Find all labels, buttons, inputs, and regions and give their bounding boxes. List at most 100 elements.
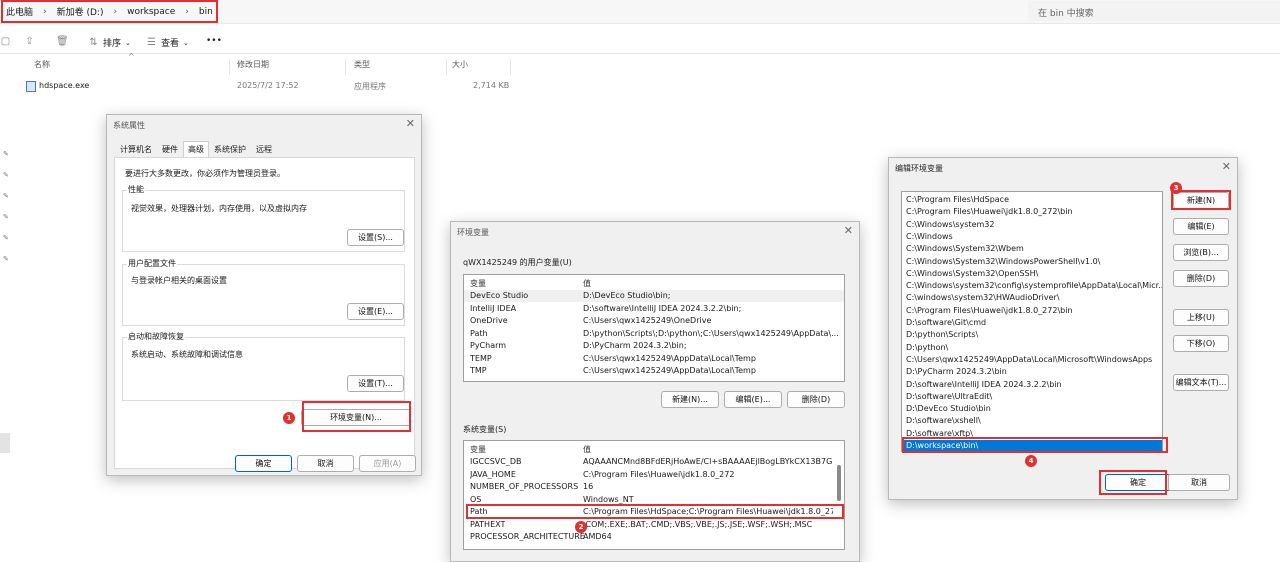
list-header: 变量 值 xyxy=(464,443,844,455)
close-icon[interactable]: ✕ xyxy=(406,117,415,130)
user-profiles-settings-button[interactable]: 设置(E)... xyxy=(347,303,404,320)
path-entry[interactable]: C:\Windows\System32\WindowsPowerShell\v1… xyxy=(903,256,1162,268)
table-row[interactable]: OS Windows_NT xyxy=(464,494,844,506)
column-name[interactable]: 名称 xyxy=(30,59,230,75)
table-row[interactable]: IntelliJ IDEA D:\software\IntelliJ IDEA 2… xyxy=(464,303,844,315)
delete-icon[interactable]: 🗑 xyxy=(56,36,69,47)
file-row[interactable]: hdspace.exe 2025/7/2 17:52 应用程序 2,714 KB xyxy=(26,79,516,95)
breadcrumb[interactable]: 此电脑 › 新加卷 (D:) › workspace › bin xyxy=(1,0,218,23)
view-button[interactable]: ☰ 查看 ⌄ xyxy=(146,36,189,49)
table-row[interactable]: DevEco Studio D:\DevEco Studio\bin; xyxy=(464,290,844,302)
table-row[interactable]: TMP C:\Users\qwx1425249\AppData\Local\Tem… xyxy=(464,365,844,377)
scrollbar-thumb[interactable] xyxy=(837,465,841,501)
table-row[interactable]: NUMBER_OF_PROCESSORS 16 xyxy=(464,481,844,493)
path-entry[interactable]: C:\Program Files\HdSpace xyxy=(903,194,1162,206)
pin-icon[interactable]: ✎ xyxy=(3,171,9,179)
path-entry[interactable]: D:\DevEco Studio\bin xyxy=(903,403,1162,415)
path-entry[interactable]: D:\software\xftp\ xyxy=(903,428,1162,440)
pin-icon[interactable]: ✎ xyxy=(3,150,9,158)
table-row[interactable]: JAVA_HOME C:\Program Files\Huawei\jdk1.8.… xyxy=(464,469,844,481)
path-entry[interactable]: C:\Program Files\Huawei\jdk1.8.0_272\bin xyxy=(903,305,1162,317)
more-options-button[interactable]: ••• xyxy=(206,36,222,46)
breadcrumb-bin[interactable]: bin xyxy=(199,7,213,17)
column-date[interactable]: 修改日期 xyxy=(233,59,346,75)
close-icon[interactable]: ✕ xyxy=(1222,160,1231,173)
edit-text-button[interactable]: 编辑文本(T)... xyxy=(1173,374,1229,391)
path-entry[interactable]: C:\Windows\system32\config\systemprofile… xyxy=(903,280,1162,292)
path-entry[interactable]: C:\Windows\system32 xyxy=(903,219,1162,231)
path-entry[interactable]: D:\python\Scripts\ xyxy=(903,329,1162,341)
table-row[interactable]: PROCESSOR_ARCHITECTURE AMD64 xyxy=(464,531,844,543)
path-entry[interactable]: C:\Windows\System32\Wbem xyxy=(903,243,1162,255)
path-entry[interactable]: C:\Windows xyxy=(903,231,1162,243)
path-entry[interactable]: D:\PyCharm 2024.3.2\bin xyxy=(903,366,1162,378)
user-delete-button[interactable]: 删除(D) xyxy=(787,391,845,408)
path-entry[interactable]: C:\Windows\System32\OpenSSH\ xyxy=(903,268,1162,280)
move-down-button[interactable]: 下移(O) xyxy=(1173,335,1229,352)
apply-button[interactable]: 应用(A) xyxy=(359,455,416,472)
share-icon[interactable]: ⇪ xyxy=(24,36,35,47)
sort-icon: ⇅ xyxy=(89,37,98,48)
command-bar: ▢ ⇪ 🗑 ⇅ 排序 ⌄ ☰ 查看 ⌄ ••• xyxy=(0,30,1280,54)
sort-button[interactable]: ⇅ 排序 ⌄ xyxy=(88,36,131,49)
table-row[interactable]: PyCharm D:\PyCharm 2024.3.2\bin; xyxy=(464,340,844,352)
column-size[interactable]: 大小 xyxy=(448,59,511,75)
tab-system-protection[interactable]: 系统保护 xyxy=(209,141,251,158)
search-input[interactable]: 在 bin 中搜索 xyxy=(1028,1,1280,21)
path-entry[interactable]: D:\software\Git\cmd xyxy=(903,317,1162,329)
path-entry[interactable]: C:\windows\system32\HWAudioDriver\ xyxy=(903,292,1162,304)
path-entry[interactable]: D:\software\UltraEdit\ xyxy=(903,391,1162,403)
pin-icon[interactable]: ✎ xyxy=(3,192,9,200)
dialog-title: 环境变量 xyxy=(457,228,489,237)
user-new-button[interactable]: 新建(N)... xyxy=(661,391,719,408)
tab-advanced[interactable]: 高级 xyxy=(183,141,209,158)
breadcrumb-workspace[interactable]: workspace xyxy=(127,7,175,17)
ok-button[interactable]: 确定 xyxy=(235,455,292,472)
tab-hardware[interactable]: 硬件 xyxy=(157,141,183,158)
user-vars-label: qWX1425249 的用户变量(U) xyxy=(463,258,572,267)
breadcrumb-drive-d[interactable]: 新加卷 (D:) xyxy=(57,5,104,18)
pin-icon[interactable]: ✎ xyxy=(3,234,9,242)
tab-computer-name[interactable]: 计算机名 xyxy=(115,141,157,158)
browse-button[interactable]: 浏览(B)... xyxy=(1173,244,1229,261)
cancel-button[interactable]: 取消 xyxy=(297,455,354,472)
table-row[interactable]: OneDrive C:\Users\qwx1425249\OneDrive xyxy=(464,315,844,327)
file-name: hdspace.exe xyxy=(39,81,90,90)
environment-variables-dialog: 环境变量 ✕ qWX1425249 的用户变量(U) 变量 值 DevEco S… xyxy=(450,221,860,562)
path-entry[interactable]: D:\python\ xyxy=(903,342,1162,354)
path-entry[interactable]: D:\workspace\bin\ xyxy=(903,440,1162,451)
performance-settings-button[interactable]: 设置(S)... xyxy=(347,229,404,246)
copy-icon[interactable]: ▢ xyxy=(0,36,11,47)
close-icon[interactable]: ✕ xyxy=(844,224,853,237)
pin-icon[interactable]: ✎ xyxy=(3,255,9,263)
advanced-panel: 要进行大多数更改，你必须作为管理员登录。 性能 视觉效果，处理器计划，内存使用，… xyxy=(114,157,415,469)
table-row[interactable]: Path C:\Program Files\HdSpace;C:\Program … xyxy=(464,506,844,518)
user-vars-list[interactable]: 变量 值 DevEco Studio D:\DevEco Studio\bin; … xyxy=(463,274,845,382)
path-entries-list[interactable]: C:\Program Files\HdSpace C:\Program Files… xyxy=(901,191,1163,452)
path-entry[interactable]: D:\software\xshell\ xyxy=(903,415,1162,427)
address-bar: 此电脑 › 新加卷 (D:) › workspace › bin 在 bin 中… xyxy=(0,0,1280,24)
tab-remote[interactable]: 远程 xyxy=(251,141,277,158)
new-button[interactable]: 新建(N) xyxy=(1173,192,1229,209)
table-row[interactable]: IGCCSVC_DB AQAAANCMnd8BFdERjHoAwE/Cl+sBAA… xyxy=(464,456,844,468)
step-badge: 2 xyxy=(575,521,587,533)
user-edit-button[interactable]: 编辑(E)... xyxy=(724,391,782,408)
table-row[interactable]: TEMP C:\Users\qwx1425249\AppData\Local\Te… xyxy=(464,353,844,365)
system-vars-list[interactable]: 变量 值 IGCCSVC_DB AQAAANCMnd8BFdERjHoAwE/Cl… xyxy=(463,440,845,550)
delete-button[interactable]: 删除(D) xyxy=(1173,270,1229,287)
path-entry[interactable]: D:\software\IntelliJ IDEA 2024.3.2.2\bin xyxy=(903,379,1162,391)
column-type[interactable]: 类型 xyxy=(350,59,447,75)
pin-icon[interactable]: ✎ xyxy=(3,213,9,221)
table-row[interactable]: Path D:\python\Scripts\;D:\python\;C:\Use… xyxy=(464,328,844,340)
startup-recovery-settings-button[interactable]: 设置(T)... xyxy=(347,375,404,392)
path-entry[interactable]: C:\Program Files\Huawei\jdk1.8.0_272\bin xyxy=(903,206,1162,218)
edit-environment-variable-dialog: 编辑环境变量 ✕ C:\Program Files\HdSpace C:\Prog… xyxy=(888,157,1238,500)
table-row[interactable]: PATHEXT .COM;.EXE;.BAT;.CMD;.VBS;.VBE;.JS… xyxy=(464,519,844,531)
ok-button[interactable]: 确定 xyxy=(1105,474,1171,491)
environment-variables-button[interactable]: 环境变量(N)... xyxy=(301,409,411,426)
cancel-button[interactable]: 取消 xyxy=(1168,474,1230,491)
path-entry[interactable]: C:\Users\qwx1425249\AppData\Local\Micros… xyxy=(903,354,1162,366)
breadcrumb-this-pc[interactable]: 此电脑 xyxy=(6,5,33,18)
edit-button[interactable]: 编辑(E) xyxy=(1173,218,1229,235)
move-up-button[interactable]: 上移(U) xyxy=(1173,309,1229,326)
